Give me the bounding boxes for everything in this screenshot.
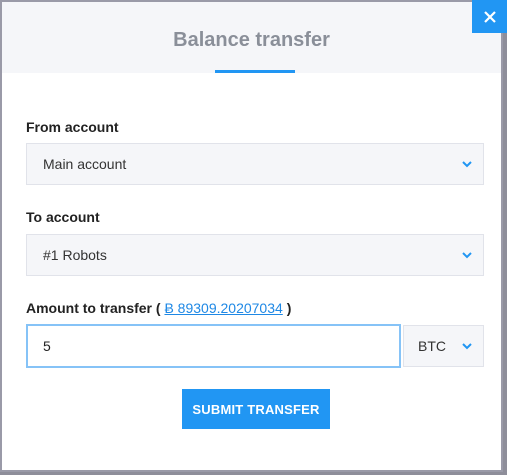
chevron-down-icon (462, 161, 472, 168)
balance-transfer-modal: Balance transfer From account Main accou… (0, 0, 503, 472)
amount-label-text: Amount to transfer (26, 300, 152, 316)
to-account-value: #1 Robots (43, 247, 107, 263)
close-icon (483, 10, 496, 23)
modal-header: Balance transfer (2, 2, 501, 73)
from-account-select[interactable]: Main account (26, 143, 484, 185)
amount-input[interactable] (26, 324, 401, 368)
chevron-down-icon (462, 252, 472, 259)
from-account-value: Main account (43, 156, 127, 172)
title-underline (215, 70, 295, 73)
chevron-down-icon (462, 343, 472, 350)
modal-title: Balance transfer (173, 29, 330, 51)
to-account-select[interactable]: #1 Robots (26, 234, 484, 276)
paren-close: ) (286, 300, 292, 316)
amount-label: Amount to transfer ( Ƀ 89309.20207034 ) (26, 300, 291, 316)
submit-transfer-button[interactable]: SUBMIT TRANSFER (182, 389, 330, 429)
currency-value: BTC (418, 338, 446, 354)
currency-select[interactable]: BTC (403, 325, 484, 367)
from-account-label: From account (26, 119, 119, 135)
available-balance-link[interactable]: Ƀ 89309.20207034 (164, 300, 282, 316)
close-button[interactable] (472, 0, 507, 33)
paren-open: ( (155, 300, 161, 316)
to-account-label: To account (26, 209, 100, 225)
